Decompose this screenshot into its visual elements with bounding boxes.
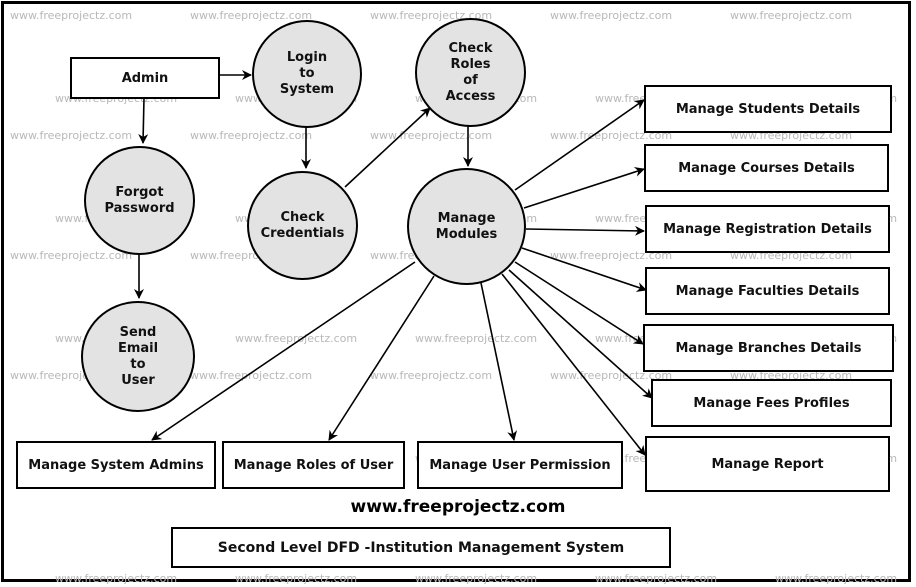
entity-admin-label: Admin	[121, 70, 169, 86]
entity-manage-system-admins: Manage System Admins	[16, 441, 216, 489]
entity-admin: Admin	[70, 57, 220, 99]
entity-manage-branches: Manage Branches Details	[643, 324, 894, 372]
entity-manage-fees-label: Manage Fees Profiles	[693, 395, 850, 411]
entity-manage-user-permission-label: Manage User Permission	[429, 457, 611, 473]
entity-manage-faculties: Manage Faculties Details	[645, 267, 890, 315]
website-label: www.freeprojectz.com	[350, 497, 566, 517]
entity-manage-courses-label: Manage Courses Details	[678, 160, 855, 176]
entity-manage-students: Manage Students Details	[644, 85, 892, 133]
flow-modules-to-courses	[523, 167, 645, 209]
process-login-label: Login to System	[279, 50, 335, 97]
flow-modules-to-faculties	[521, 247, 647, 292]
process-check-credentials-label: Check Credentials	[260, 209, 345, 241]
process-manage-modules-label: Manage Modules	[435, 210, 498, 242]
flow-modules-to-roles-user	[328, 275, 435, 441]
entity-manage-report: Manage Report	[645, 436, 890, 492]
flow-modules-to-students	[514, 99, 645, 191]
entity-manage-branches-label: Manage Branches Details	[675, 340, 862, 356]
entity-manage-system-admins-label: Manage System Admins	[28, 457, 204, 473]
entity-manage-roles-of-user-label: Manage Roles of User	[233, 457, 394, 473]
process-check-credentials: Check Credentials	[247, 171, 358, 280]
flow-modules-to-registration	[525, 225, 645, 236]
flow-credentials-to-check-roles	[344, 107, 431, 188]
process-send-email-label: Send Email to User	[117, 324, 159, 388]
process-check-roles-label: Check Roles of Access	[445, 40, 496, 104]
diagram-title-box: Second Level DFD -Institution Management…	[171, 527, 671, 568]
entity-manage-students-label: Manage Students Details	[675, 101, 861, 117]
process-send-email-to-user: Send Email to User	[81, 301, 195, 412]
entity-manage-courses: Manage Courses Details	[644, 144, 889, 192]
entity-manage-roles-of-user: Manage Roles of User	[222, 441, 405, 489]
process-manage-modules: Manage Modules	[407, 168, 526, 285]
flow-modules-to-report	[501, 273, 646, 456]
diagram-title: Second Level DFD -Institution Management…	[217, 539, 625, 556]
flow-admin-to-forgot-password	[138, 97, 149, 144]
process-forgot-password: Forgot Password	[84, 146, 195, 255]
entity-manage-faculties-label: Manage Faculties Details	[675, 283, 860, 299]
process-check-roles-of-access: Check Roles of Access	[415, 18, 526, 127]
process-forgot-password-label: Forgot Password	[104, 184, 175, 216]
dfd-diagram: www.freeprojectz.com www.freeprojectz.com…	[0, 0, 916, 587]
flow-modules-to-fees	[508, 269, 653, 399]
entity-manage-registration-label: Manage Registration Details	[663, 221, 872, 237]
flow-modules-to-user-permission	[480, 282, 518, 441]
entity-manage-fees: Manage Fees Profiles	[651, 379, 892, 427]
entity-manage-user-permission: Manage User Permission	[417, 441, 623, 489]
process-login-to-system: Login to System	[252, 20, 362, 128]
entity-manage-registration: Manage Registration Details	[645, 205, 890, 253]
entity-manage-report-label: Manage Report	[711, 456, 824, 472]
